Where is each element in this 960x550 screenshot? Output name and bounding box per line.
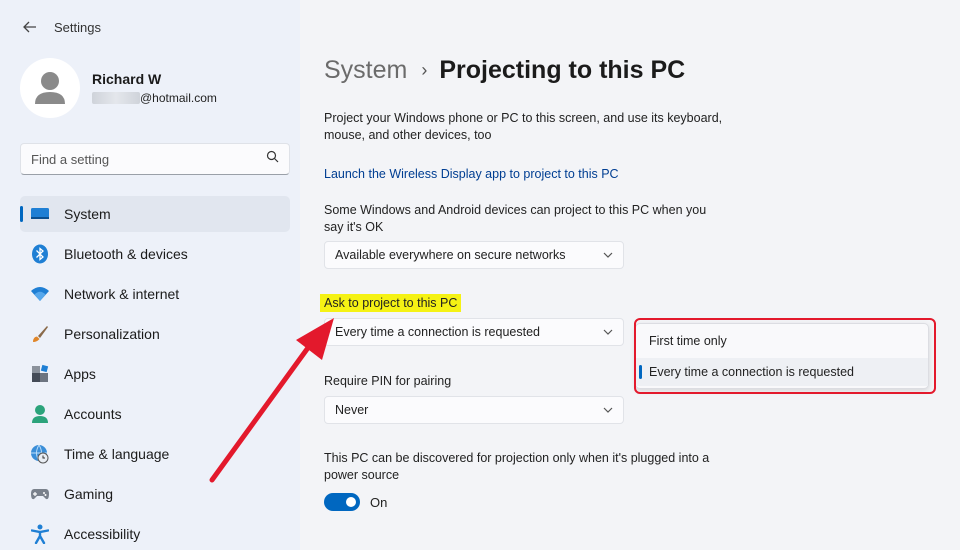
chevron-down-icon bbox=[603, 327, 613, 337]
breadcrumb-parent[interactable]: System bbox=[324, 56, 407, 85]
search-input[interactable] bbox=[31, 151, 266, 167]
sidebar-item-bluetooth[interactable]: Bluetooth & devices bbox=[20, 236, 290, 272]
person-silhouette-icon bbox=[35, 72, 65, 104]
launch-wireless-display-link[interactable]: Launch the Wireless Display app to proje… bbox=[324, 167, 619, 181]
power-source-toggle[interactable] bbox=[324, 493, 360, 511]
sidebar: Settings Richard W @hotmail.com Sy bbox=[0, 0, 300, 550]
nav-list: System Bluetooth & devices Network & int… bbox=[20, 196, 290, 550]
sidebar-item-accessibility[interactable]: Accessibility bbox=[20, 516, 290, 550]
avatar[interactable] bbox=[20, 58, 80, 118]
chevron-right-icon: › bbox=[421, 60, 428, 80]
option-every-time[interactable]: Every time a connection is requested bbox=[636, 358, 928, 386]
page-title: Projecting to this PC bbox=[439, 56, 686, 84]
chevron-down-icon bbox=[603, 250, 613, 260]
main-content: System › Projecting to this PC Project y… bbox=[300, 0, 960, 550]
power-source-toggle-label: On bbox=[370, 495, 388, 510]
person-icon bbox=[30, 404, 50, 424]
ask-to-project-label: Ask to project to this PC bbox=[320, 294, 462, 312]
apps-icon bbox=[30, 364, 50, 384]
back-arrow-icon[interactable] bbox=[20, 17, 40, 37]
app-title: Settings bbox=[54, 19, 101, 35]
require-pin-dropdown[interactable]: Never bbox=[324, 396, 624, 424]
availability-dropdown[interactable]: Available everywhere on secure networks bbox=[324, 241, 624, 269]
option-first-time-only[interactable]: First time only bbox=[636, 327, 928, 355]
power-source-description: This PC can be discovered for projection… bbox=[324, 451, 710, 482]
sidebar-item-accounts[interactable]: Accounts bbox=[20, 396, 290, 432]
search-icon[interactable] bbox=[266, 150, 279, 168]
intro-text: Project your Windows phone or PC to this… bbox=[324, 111, 723, 142]
sidebar-item-network[interactable]: Network & internet bbox=[20, 276, 290, 312]
gamepad-icon bbox=[30, 484, 50, 504]
accessibility-icon bbox=[30, 524, 50, 544]
breadcrumb: System › Projecting to this PC bbox=[324, 56, 685, 85]
sidebar-item-time-language[interactable]: Time & language bbox=[20, 436, 290, 472]
user-email: @hotmail.com bbox=[92, 91, 217, 105]
wifi-icon bbox=[30, 284, 50, 304]
availability-description: Some Windows and Android devices can pro… bbox=[324, 203, 707, 234]
sidebar-item-apps[interactable]: Apps bbox=[20, 356, 290, 392]
user-name: Richard W bbox=[92, 71, 162, 87]
sidebar-item-personalization[interactable]: Personalization bbox=[20, 316, 290, 352]
chevron-down-icon bbox=[603, 405, 613, 415]
toggle-knob bbox=[346, 497, 356, 507]
sidebar-item-gaming[interactable]: Gaming bbox=[20, 476, 290, 512]
redacted-email-prefix bbox=[92, 92, 140, 104]
globe-clock-icon bbox=[30, 444, 50, 464]
paintbrush-icon bbox=[30, 324, 50, 344]
require-pin-label: Require PIN for pairing bbox=[324, 374, 452, 388]
bluetooth-icon bbox=[30, 244, 50, 264]
user-profile[interactable]: Richard W @hotmail.com bbox=[20, 58, 217, 118]
title-bar: Settings bbox=[20, 16, 101, 38]
sidebar-item-system[interactable]: System bbox=[20, 196, 290, 232]
ask-to-project-dropdown[interactable]: Every time a connection is requested bbox=[324, 318, 624, 346]
search-box[interactable] bbox=[20, 143, 290, 175]
ask-to-project-options-popup: First time only Every time a connection … bbox=[635, 323, 929, 389]
yellow-highlight: Ask to project to this PC bbox=[320, 294, 462, 312]
monitor-icon bbox=[30, 204, 50, 224]
